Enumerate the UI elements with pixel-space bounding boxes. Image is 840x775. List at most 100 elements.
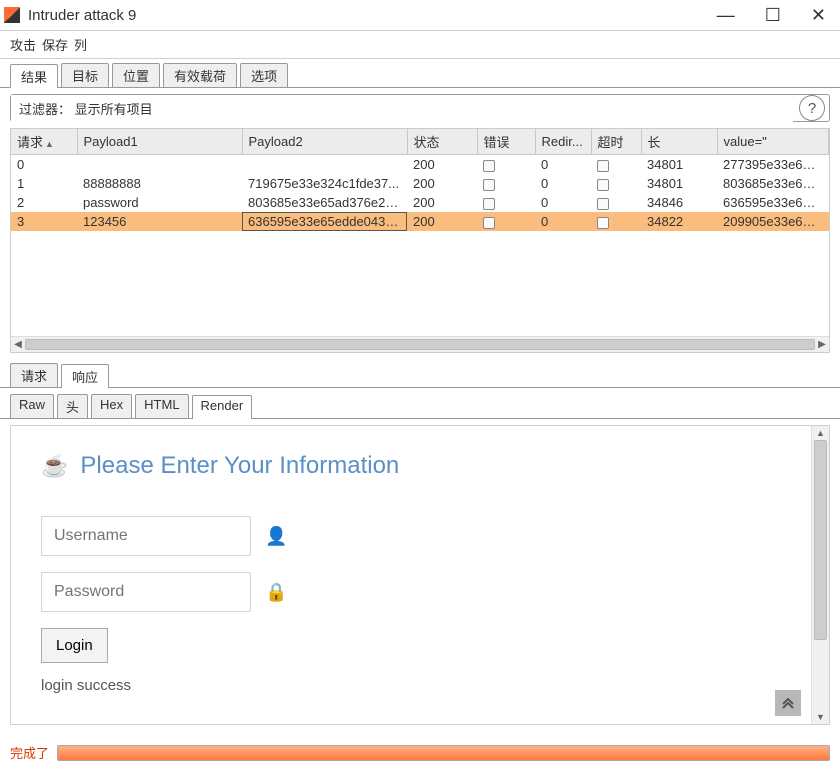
col-payload1[interactable]: Payload1	[77, 129, 242, 155]
title-bar: Intruder attack 9 — ☐ ✕	[0, 0, 840, 30]
table-cell	[242, 155, 407, 175]
help-icon[interactable]: ?	[799, 95, 825, 121]
col-request[interactable]: 请求▲	[11, 129, 77, 155]
results-table[interactable]: 请求▲ Payload1 Payload2 状态 错误 Redir... 超时 …	[11, 129, 829, 231]
table-cell: 636595e33e65edde...	[717, 193, 829, 212]
table-cell: 34801	[641, 174, 717, 193]
table-cell: 200	[407, 193, 477, 212]
table-cell	[477, 174, 535, 193]
render-content: ☕ Please Enter Your Information 👤 🔒 Logi…	[11, 426, 811, 724]
table-cell: 0	[11, 155, 77, 175]
scroll-left-icon[interactable]: ◀	[11, 337, 25, 352]
maximize-icon[interactable]: ☐	[765, 5, 781, 26]
tab-render[interactable]: Render	[192, 395, 253, 419]
tab-results[interactable]: 结果	[10, 64, 58, 88]
col-length[interactable]: 长	[641, 129, 717, 155]
password-input[interactable]	[41, 572, 251, 612]
window-title: Intruder attack 9	[28, 7, 717, 24]
tab-raw[interactable]: Raw	[10, 394, 54, 418]
table-cell: 0	[535, 155, 591, 175]
sort-ascending-icon: ▲	[45, 139, 54, 149]
checkbox-icon	[483, 179, 495, 191]
table-cell: 803685e33e65ad376e23...	[242, 193, 407, 212]
table-row[interactable]: 3123456636595e33e65edde0437...2000348222…	[11, 212, 829, 231]
tab-html[interactable]: HTML	[135, 394, 188, 418]
table-cell	[591, 193, 641, 212]
filter-text: 过滤器： 显示所有项目	[11, 95, 793, 122]
table-cell: 0	[535, 212, 591, 231]
table-cell: 0	[535, 193, 591, 212]
table-row[interactable]: 0200034801277395e33e656c94...	[11, 155, 829, 175]
view-tab-row: Raw 头 Hex HTML Render	[0, 388, 840, 419]
table-row[interactable]: 188888888719675e33e324c1fde37...200 0 3480…	[11, 174, 829, 193]
table-cell: 803685e33e65ad37...	[717, 174, 829, 193]
table-cell	[477, 212, 535, 231]
table-cell	[591, 212, 641, 231]
password-row: 🔒	[41, 572, 781, 612]
horizontal-scrollbar[interactable]: ◀ ▶	[11, 336, 829, 352]
table-cell	[477, 155, 535, 175]
tab-request[interactable]: 请求	[10, 363, 58, 387]
vertical-scrollbar[interactable]: ▲ ▼	[811, 426, 829, 724]
status-text: 完成了	[10, 743, 49, 762]
col-payload2[interactable]: Payload2	[242, 129, 407, 155]
table-cell: 34801	[641, 155, 717, 175]
table-cell	[477, 193, 535, 212]
scroll-to-top-button[interactable]	[775, 690, 801, 716]
render-pane: ☕ Please Enter Your Information 👤 🔒 Logi…	[10, 425, 830, 725]
tab-payloads[interactable]: 有效载荷	[163, 63, 237, 87]
tab-target[interactable]: 目标	[61, 63, 109, 87]
checkbox-icon	[483, 198, 495, 210]
tab-positions[interactable]: 位置	[112, 63, 160, 87]
menu-save[interactable]: 保存	[42, 35, 68, 54]
user-icon: 👤	[265, 526, 287, 547]
table-cell	[591, 174, 641, 193]
filter-bar[interactable]: 过滤器： 显示所有项目 ?	[10, 94, 830, 122]
scroll-right-icon[interactable]: ▶	[815, 337, 829, 352]
main-tab-row: 结果 目标 位置 有效载荷 选项	[0, 59, 840, 88]
lock-icon: 🔒	[265, 582, 287, 603]
table-cell: 2	[11, 193, 77, 212]
tab-hex[interactable]: Hex	[91, 394, 132, 418]
scroll-up-icon[interactable]: ▲	[812, 426, 829, 440]
table-cell: 277395e33e656c94...	[717, 155, 829, 175]
tab-response[interactable]: 响应	[61, 364, 109, 388]
username-input[interactable]	[41, 516, 251, 556]
request-response-tab-row: 请求 响应	[0, 353, 840, 388]
col-status[interactable]: 状态	[407, 129, 477, 155]
checkbox-icon	[597, 179, 609, 191]
col-error[interactable]: 错误	[477, 129, 535, 155]
scroll-down-icon[interactable]: ▼	[812, 710, 829, 724]
table-cell: 1	[11, 174, 77, 193]
tab-options[interactable]: 选项	[240, 63, 288, 87]
table-cell: 88888888	[77, 174, 242, 193]
table-row[interactable]: 2password803685e33e65ad376e23...20003484…	[11, 193, 829, 212]
table-cell	[591, 155, 641, 175]
window-controls: — ☐ ✕	[717, 5, 836, 26]
col-redir[interactable]: Redir...	[535, 129, 591, 155]
table-cell: 209905e33e662e97...	[717, 212, 829, 231]
col-timeout[interactable]: 超时	[591, 129, 641, 155]
col-value[interactable]: value="	[717, 129, 829, 155]
table-cell	[77, 155, 242, 175]
menu-columns[interactable]: 列	[74, 35, 87, 54]
table-header-row: 请求▲ Payload1 Payload2 状态 错误 Redir... 超时 …	[11, 129, 829, 155]
scrollbar-thumb[interactable]	[814, 440, 827, 640]
minimize-icon[interactable]: —	[717, 5, 735, 26]
table-cell: 34822	[641, 212, 717, 231]
scrollbar-thumb[interactable]	[25, 339, 815, 350]
table-cell: 719675e33e324c1fde37...	[242, 174, 407, 193]
checkbox-icon	[597, 198, 609, 210]
close-icon[interactable]: ✕	[811, 5, 826, 26]
table-cell: password	[77, 193, 242, 212]
table-cell: 123456	[77, 212, 242, 231]
login-button[interactable]: Login	[41, 628, 108, 663]
tab-headers[interactable]: 头	[57, 394, 88, 418]
table-cell: 3	[11, 212, 77, 231]
render-heading-text: Please Enter Your Information	[80, 452, 399, 480]
table-cell: 200	[407, 174, 477, 193]
checkbox-icon	[597, 217, 609, 229]
menu-attack[interactable]: 攻击	[10, 35, 36, 54]
login-message: login success	[41, 677, 781, 694]
table-cell: 0	[535, 174, 591, 193]
